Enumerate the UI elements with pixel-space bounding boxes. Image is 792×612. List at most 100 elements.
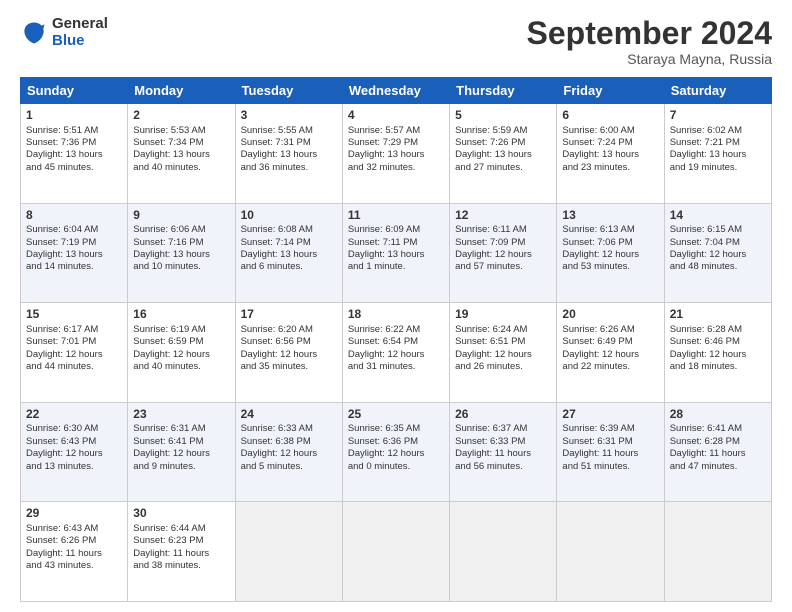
day-info-line: Sunset: 6:36 PM [348, 436, 444, 448]
day-info-line: and 47 minutes. [670, 461, 766, 473]
day-info-line: and 40 minutes. [133, 361, 229, 373]
day-info-line: Sunrise: 5:53 AM [133, 125, 229, 137]
day-info-line: Sunset: 6:26 PM [26, 535, 122, 547]
calendar-week-row: 22Sunrise: 6:30 AMSunset: 6:43 PMDayligh… [21, 402, 772, 502]
day-number: 2 [133, 108, 229, 124]
calendar-cell [664, 502, 771, 602]
month-title: September 2024 [527, 16, 772, 51]
day-info-line: Sunrise: 6:28 AM [670, 324, 766, 336]
header: General Blue September 2024 Staraya Mayn… [20, 16, 772, 67]
day-number: 30 [133, 506, 229, 522]
day-info-line: Sunset: 7:09 PM [455, 237, 551, 249]
day-info-line: Sunrise: 6:26 AM [562, 324, 658, 336]
day-info-line: Sunset: 6:31 PM [562, 436, 658, 448]
day-info-line: Sunset: 6:33 PM [455, 436, 551, 448]
page: General Blue September 2024 Staraya Mayn… [0, 0, 792, 612]
col-header-thursday: Thursday [450, 78, 557, 104]
day-info-line: Sunrise: 6:15 AM [670, 224, 766, 236]
day-info-line: and 44 minutes. [26, 361, 122, 373]
day-info-line: Sunset: 6:38 PM [241, 436, 337, 448]
day-info-line: Sunset: 6:51 PM [455, 336, 551, 348]
day-info-line: and 32 minutes. [348, 162, 444, 174]
day-info-line: Sunset: 6:59 PM [133, 336, 229, 348]
day-info-line: Sunrise: 6:39 AM [562, 423, 658, 435]
day-info-line: Daylight: 12 hours [133, 349, 229, 361]
day-info-line: Sunrise: 6:22 AM [348, 324, 444, 336]
day-info-line: Sunrise: 6:33 AM [241, 423, 337, 435]
day-info-line: and 38 minutes. [133, 560, 229, 572]
day-info-line: and 56 minutes. [455, 461, 551, 473]
day-info-line: Daylight: 11 hours [670, 448, 766, 460]
day-info-line: Daylight: 13 hours [241, 149, 337, 161]
col-header-tuesday: Tuesday [235, 78, 342, 104]
calendar-week-row: 15Sunrise: 6:17 AMSunset: 7:01 PMDayligh… [21, 303, 772, 403]
calendar-cell [342, 502, 449, 602]
calendar-cell: 16Sunrise: 6:19 AMSunset: 6:59 PMDayligh… [128, 303, 235, 403]
calendar-cell: 2Sunrise: 5:53 AMSunset: 7:34 PMDaylight… [128, 104, 235, 204]
day-number: 17 [241, 307, 337, 323]
day-info-line: Sunset: 7:16 PM [133, 237, 229, 249]
calendar-cell: 29Sunrise: 6:43 AMSunset: 6:26 PMDayligh… [21, 502, 128, 602]
day-info-line: and 45 minutes. [26, 162, 122, 174]
calendar-cell: 7Sunrise: 6:02 AMSunset: 7:21 PMDaylight… [664, 104, 771, 204]
day-info-line: and 31 minutes. [348, 361, 444, 373]
day-info-line: and 13 minutes. [26, 461, 122, 473]
day-info-line: Daylight: 12 hours [241, 448, 337, 460]
calendar-cell: 28Sunrise: 6:41 AMSunset: 6:28 PMDayligh… [664, 402, 771, 502]
day-info-line: Sunset: 6:43 PM [26, 436, 122, 448]
calendar-cell: 27Sunrise: 6:39 AMSunset: 6:31 PMDayligh… [557, 402, 664, 502]
day-info-line: and 51 minutes. [562, 461, 658, 473]
day-info-line: and 36 minutes. [241, 162, 337, 174]
day-info-line: and 43 minutes. [26, 560, 122, 572]
day-info-line: and 6 minutes. [241, 261, 337, 273]
day-info-line: Sunset: 7:06 PM [562, 237, 658, 249]
calendar-header-row: SundayMondayTuesdayWednesdayThursdayFrid… [21, 78, 772, 104]
day-number: 7 [670, 108, 766, 124]
day-info-line: Sunset: 7:14 PM [241, 237, 337, 249]
day-number: 1 [26, 108, 122, 124]
calendar-cell: 15Sunrise: 6:17 AMSunset: 7:01 PMDayligh… [21, 303, 128, 403]
logo-blue: Blue [52, 33, 108, 50]
day-info-line: Daylight: 13 hours [670, 149, 766, 161]
day-info-line: Daylight: 13 hours [26, 149, 122, 161]
calendar-week-row: 1Sunrise: 5:51 AMSunset: 7:36 PMDaylight… [21, 104, 772, 204]
calendar-cell: 26Sunrise: 6:37 AMSunset: 6:33 PMDayligh… [450, 402, 557, 502]
calendar-cell: 5Sunrise: 5:59 AMSunset: 7:26 PMDaylight… [450, 104, 557, 204]
calendar-week-row: 29Sunrise: 6:43 AMSunset: 6:26 PMDayligh… [21, 502, 772, 602]
day-info-line: Sunrise: 6:44 AM [133, 523, 229, 535]
logo-icon [20, 19, 48, 47]
day-info-line: Daylight: 12 hours [26, 448, 122, 460]
day-info-line: Sunset: 7:21 PM [670, 137, 766, 149]
day-info-line: Sunrise: 6:17 AM [26, 324, 122, 336]
day-info-line: and 14 minutes. [26, 261, 122, 273]
calendar-cell: 8Sunrise: 6:04 AMSunset: 7:19 PMDaylight… [21, 203, 128, 303]
day-info-line: and 18 minutes. [670, 361, 766, 373]
day-info-line: Sunset: 7:11 PM [348, 237, 444, 249]
calendar-cell: 20Sunrise: 6:26 AMSunset: 6:49 PMDayligh… [557, 303, 664, 403]
calendar-cell: 13Sunrise: 6:13 AMSunset: 7:06 PMDayligh… [557, 203, 664, 303]
title-block: September 2024 Staraya Mayna, Russia [527, 16, 772, 67]
day-info-line: Daylight: 11 hours [26, 548, 122, 560]
day-info-line: Sunrise: 6:35 AM [348, 423, 444, 435]
day-info-line: Daylight: 12 hours [562, 349, 658, 361]
day-info-line: Sunset: 6:56 PM [241, 336, 337, 348]
calendar-cell: 4Sunrise: 5:57 AMSunset: 7:29 PMDaylight… [342, 104, 449, 204]
day-info-line: Daylight: 13 hours [348, 249, 444, 261]
day-info-line: Sunrise: 6:19 AM [133, 324, 229, 336]
day-number: 18 [348, 307, 444, 323]
day-number: 12 [455, 208, 551, 224]
col-header-monday: Monday [128, 78, 235, 104]
day-info-line: Sunset: 6:41 PM [133, 436, 229, 448]
day-info-line: Sunrise: 5:51 AM [26, 125, 122, 137]
day-info-line: Sunset: 7:04 PM [670, 237, 766, 249]
day-info-line: Sunrise: 6:20 AM [241, 324, 337, 336]
day-info-line: Daylight: 13 hours [133, 249, 229, 261]
day-number: 19 [455, 307, 551, 323]
day-info-line: Daylight: 11 hours [133, 548, 229, 560]
day-info-line: and 48 minutes. [670, 261, 766, 273]
day-info-line: Daylight: 13 hours [26, 249, 122, 261]
day-info-line: Daylight: 11 hours [562, 448, 658, 460]
day-info-line: Sunset: 7:19 PM [26, 237, 122, 249]
day-info-line: Sunset: 6:28 PM [670, 436, 766, 448]
calendar-cell: 22Sunrise: 6:30 AMSunset: 6:43 PMDayligh… [21, 402, 128, 502]
